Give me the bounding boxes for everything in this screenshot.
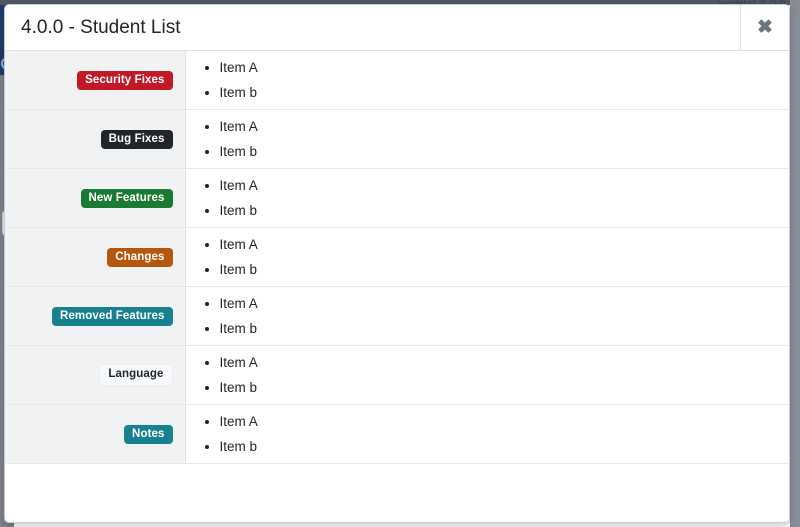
changelog-items-cell: Item A Item b: [185, 169, 789, 228]
changelog-items-cell: Item A Item b: [185, 228, 789, 287]
list-item: Item b: [220, 144, 780, 160]
changelog-category-cell: Language: [5, 346, 185, 405]
modal-header: 4.0.0 - Student List ✖: [5, 5, 789, 51]
table-row: Security Fixes Item A Item b: [5, 51, 789, 110]
changelog-item-list: Item A Item b: [202, 60, 780, 100]
changelog-category-cell: New Features: [5, 169, 185, 228]
table-row: Changes Item A Item b: [5, 228, 789, 287]
changelog-item-list: Item A Item b: [202, 296, 780, 336]
status-badge: Security Fixes: [77, 71, 172, 90]
table-row: Notes Item A Item b: [5, 405, 789, 464]
close-icon[interactable]: ✖: [740, 5, 789, 50]
changelog-item-list: Item A Item b: [202, 355, 780, 395]
changelog-category-cell: Notes: [5, 405, 185, 464]
changelog-category-cell: Security Fixes: [5, 51, 185, 110]
changelog-item-list: Item A Item b: [202, 119, 780, 159]
changelog-modal: 4.0.0 - Student List ✖ Security Fixes Ite…: [4, 4, 790, 523]
changelog-items-cell: Item A Item b: [185, 51, 789, 110]
list-item: Item b: [220, 85, 780, 101]
list-item: Item b: [220, 262, 780, 278]
status-badge: Language: [99, 364, 172, 385]
list-item: Item b: [220, 439, 780, 455]
list-item: Item b: [220, 321, 780, 337]
list-item: Item A: [220, 296, 780, 312]
list-item: Item A: [220, 414, 780, 430]
changelog-items-cell: Item A Item b: [185, 405, 789, 464]
list-item: Item b: [220, 203, 780, 219]
background-right-strip: [790, 0, 800, 527]
modal-body: Security Fixes Item A Item b Bug Fixes Item …: [5, 51, 789, 522]
changelog-item-list: Item A Item b: [202, 237, 780, 277]
changelog-items-cell: Item A Item b: [185, 287, 789, 346]
changelog-items-cell: Item A Item b: [185, 346, 789, 405]
table-row: Removed Features Item A Item b: [5, 287, 789, 346]
list-item: Item b: [220, 380, 780, 396]
list-item: Item A: [220, 178, 780, 194]
status-badge: Changes: [107, 248, 172, 267]
changelog-category-cell: Changes: [5, 228, 185, 287]
list-item: Item A: [220, 119, 780, 135]
list-item: Item A: [220, 355, 780, 371]
changelog-category-cell: Removed Features: [5, 287, 185, 346]
table-row: New Features Item A Item b: [5, 169, 789, 228]
status-badge: Removed Features: [52, 307, 173, 326]
table-row: Language Item A Item b: [5, 346, 789, 405]
status-badge: Notes: [124, 425, 172, 444]
changelog-item-list: Item A Item b: [202, 414, 780, 454]
list-item: Item A: [220, 237, 780, 253]
modal-title: 4.0.0 - Student List: [5, 18, 181, 37]
table-row: Bug Fixes Item A Item b: [5, 110, 789, 169]
list-item: Item A: [220, 60, 780, 76]
changelog-table: Security Fixes Item A Item b Bug Fixes Item …: [5, 51, 789, 464]
changelog-item-list: Item A Item b: [202, 178, 780, 218]
status-badge: Bug Fixes: [101, 130, 173, 149]
changelog-items-cell: Item A Item b: [185, 110, 789, 169]
changelog-category-cell: Bug Fixes: [5, 110, 185, 169]
status-badge: New Features: [81, 189, 173, 208]
